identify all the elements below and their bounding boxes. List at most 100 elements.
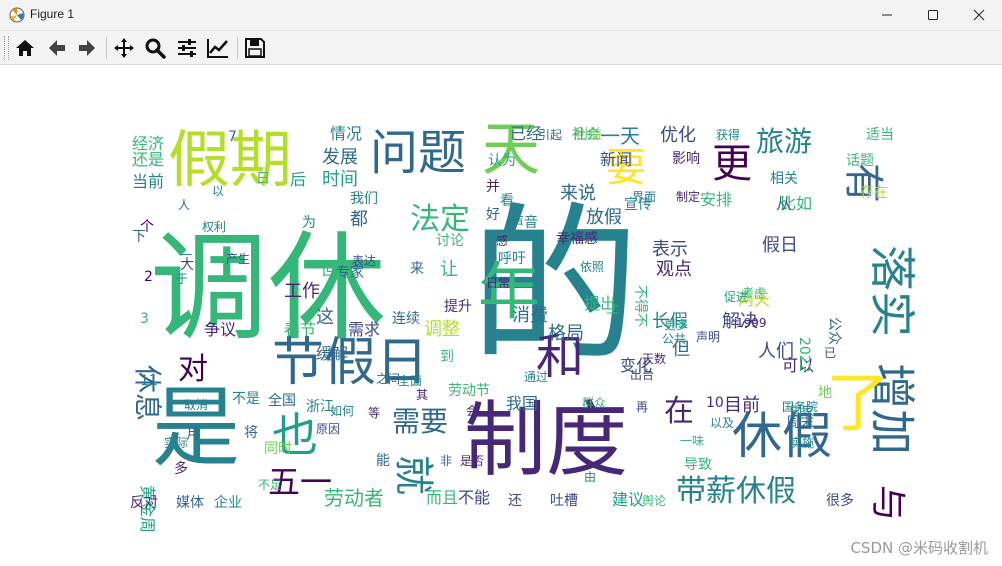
cloud-word: 了 xyxy=(826,367,890,441)
cloud-word: 7 xyxy=(228,129,237,145)
cloud-word: 全面 xyxy=(398,373,422,388)
minimize-button[interactable] xyxy=(864,0,910,30)
cloud-word: 不能 xyxy=(458,488,490,507)
cloud-word: 权利 xyxy=(202,220,226,234)
cloud-word: 春节 xyxy=(284,320,316,339)
cloud-word: 实际 xyxy=(164,435,188,450)
cloud-word: 利益 xyxy=(574,127,602,143)
cloud-word: 11 xyxy=(140,373,158,389)
cloud-word: 带薪休假 xyxy=(676,474,796,509)
axes-edit-icon xyxy=(207,39,228,58)
cloud-word: 缓解 xyxy=(316,344,348,363)
cloud-word: 劳动者 xyxy=(324,486,384,510)
cloud-word: 影响 xyxy=(672,151,700,167)
cloud-word: 将 xyxy=(244,425,258,441)
zoom-button[interactable] xyxy=(143,36,167,60)
cloud-word: 来说 xyxy=(560,183,596,204)
cloud-word: 10 xyxy=(706,395,724,411)
cloud-word: 还是 xyxy=(132,150,164,169)
cloud-word: 发展 xyxy=(322,147,358,168)
cloud-word: 来 xyxy=(410,261,424,277)
cloud-word: 月 xyxy=(186,427,200,443)
figure-canvas[interactable]: 调休的假期 制度是节假日天问题年增加 落实 休假 带薪休假和也有要旅游更就与了法定 需要劳… xyxy=(0,65,1002,566)
cloud-word: 对 xyxy=(178,352,208,387)
cloud-word: 落实 xyxy=(865,245,919,337)
home-button[interactable] xyxy=(13,36,37,60)
cloud-word: 表示 xyxy=(652,239,688,260)
cloud-word: 制定 xyxy=(676,189,700,204)
save-button[interactable] xyxy=(243,36,267,60)
cloud-word: 观点 xyxy=(656,259,692,280)
save-icon xyxy=(245,38,265,58)
cloud-word: 时间 xyxy=(322,169,358,190)
title-bar: Figure 1 xyxy=(0,0,1002,31)
cloud-word: 不是 xyxy=(232,391,260,407)
cloud-word: 2 xyxy=(144,269,153,285)
cloud-word: 引起 xyxy=(538,128,562,142)
pan-button[interactable] xyxy=(112,36,136,60)
cloud-word: 这 xyxy=(316,307,334,328)
cloud-word: 以及 xyxy=(710,416,734,430)
configure-subplots-button[interactable] xyxy=(175,36,199,60)
cloud-word: 不足 xyxy=(258,478,282,492)
cloud-word: 看 xyxy=(500,193,514,209)
cloud-word: 劳动节 xyxy=(448,383,490,399)
minimize-icon xyxy=(882,14,892,16)
cloud-word: 实施 xyxy=(790,435,814,450)
back-button[interactable] xyxy=(45,36,69,60)
toolbar-separator xyxy=(106,37,107,59)
toolbar-grip[interactable] xyxy=(4,36,9,60)
cloud-word: 人 xyxy=(178,198,190,212)
cloud-word: 适当 xyxy=(866,127,894,143)
cloud-word: 已 xyxy=(824,346,836,360)
cloud-word: 获得 xyxy=(716,127,740,142)
edit-axes-button[interactable] xyxy=(206,36,230,60)
cloud-word: 格局 xyxy=(548,323,584,344)
cloud-word: 一味 xyxy=(680,434,704,448)
cloud-word: 话题 xyxy=(846,153,874,169)
cloud-word: 感 xyxy=(496,233,508,248)
home-icon xyxy=(16,40,34,56)
cloud-word: 再 xyxy=(636,400,648,414)
cloud-word: 之间 xyxy=(376,372,400,386)
cloud-word: 从 xyxy=(776,194,792,213)
cloud-word: 通过 xyxy=(524,370,548,384)
cloud-word: 让 xyxy=(440,259,458,280)
cloud-word: 日常 xyxy=(486,276,510,290)
close-button[interactable] xyxy=(956,0,1002,30)
cloud-word: 争议 xyxy=(204,320,236,339)
matplotlib-app-icon xyxy=(9,7,25,23)
cloud-word: 一 xyxy=(180,248,192,262)
cloud-word: 而且 xyxy=(426,488,458,507)
cloud-word: 出台 xyxy=(630,367,654,382)
cloud-word: 公众 xyxy=(826,317,842,345)
cloud-word: 新闻 xyxy=(600,150,632,169)
cloud-word: 吐槽 xyxy=(550,493,578,509)
cloud-word: 取消 xyxy=(184,398,208,412)
cloud-word: 法定 xyxy=(410,202,470,237)
cloud-word: 认为 xyxy=(488,153,516,169)
watermark-text: CSDN @米码收割机 xyxy=(850,539,988,557)
cloud-word: 多 xyxy=(174,460,188,477)
cloud-word: 还 xyxy=(508,493,522,509)
cloud-word: 公共 xyxy=(662,332,686,346)
toolbar-separator-2 xyxy=(237,37,238,59)
cloud-word: 原因 xyxy=(316,422,340,436)
cloud-word: 到 xyxy=(440,349,454,365)
cloud-word: 都 xyxy=(350,209,368,230)
maximize-button[interactable] xyxy=(910,0,956,30)
cloud-word: 旅游 xyxy=(756,125,812,158)
pan-icon xyxy=(114,38,134,58)
cloud-word: 是否 xyxy=(460,454,484,468)
cloud-word: 于 xyxy=(176,272,188,286)
cloud-word: 存在 xyxy=(860,185,888,201)
cloud-word: 1999 xyxy=(736,316,767,330)
cloud-word: 同时 xyxy=(264,441,292,457)
cloud-word: 工作 xyxy=(284,281,320,302)
forward-button[interactable] xyxy=(75,36,99,60)
cloud-word: 呼吁 xyxy=(498,251,526,267)
cloud-word: 企业 xyxy=(214,494,242,511)
cloud-word: 好 xyxy=(486,207,500,223)
cloud-word: 考虑 xyxy=(742,286,766,300)
cloud-word: 目前 xyxy=(724,395,760,416)
